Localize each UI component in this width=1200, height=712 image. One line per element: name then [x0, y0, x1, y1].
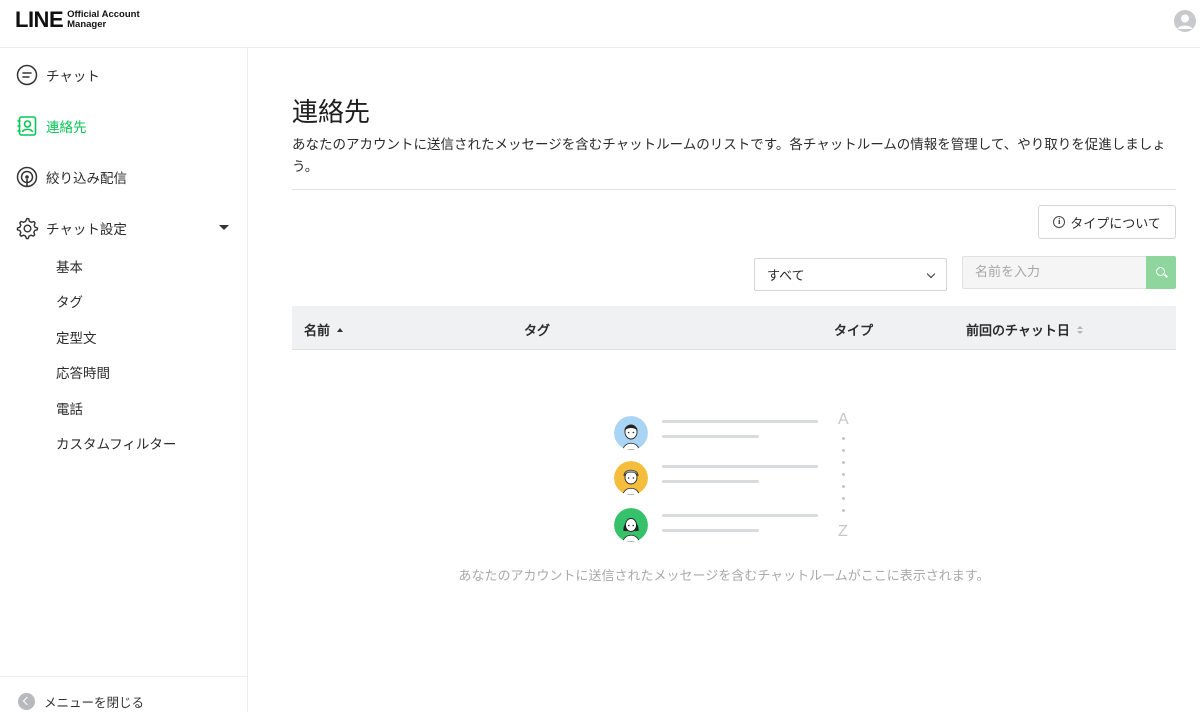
dot	[842, 509, 845, 512]
dot	[842, 437, 845, 440]
name-search-input[interactable]	[962, 256, 1146, 289]
sidebar: チャット 連絡先 絞り込み配信 チャット設定 基本 タグ 定型文 応答時間 電話…	[0, 48, 248, 712]
alphabet-start-letter: A	[838, 411, 849, 428]
dot	[842, 473, 845, 476]
dot	[842, 485, 845, 488]
placeholder-line	[662, 480, 759, 483]
sidebar-subitem-tags[interactable]: タグ	[56, 291, 83, 311]
account-avatar-button[interactable]	[1174, 10, 1196, 32]
logo-subtitle-line2: Manager	[67, 19, 107, 30]
sidebar-subitem-response-hours[interactable]: 応答時間	[56, 362, 110, 382]
sidebar-subitem-custom-filter[interactable]: カスタムフィルター	[56, 433, 176, 453]
divider	[292, 189, 1176, 190]
search-button[interactable]	[1146, 256, 1176, 289]
chevron-left-icon	[18, 693, 35, 710]
empty-state-illustration: A Z	[614, 411, 854, 546]
logo-wordmark: LINE	[15, 7, 64, 32]
column-header-type: タイプ	[834, 320, 873, 339]
alphabet-end-letter: Z	[838, 523, 848, 540]
sidebar-footer: メニューを閉じる	[0, 676, 247, 712]
dot	[842, 497, 845, 500]
sidebar-subitem-templates[interactable]: 定型文	[56, 327, 97, 347]
person-avatar-icon	[614, 461, 648, 495]
page-description: あなたのアカウントに送信されたメッセージを含むチャットルームのリストです。各チャ…	[292, 137, 1166, 175]
sidebar-item-broadcast[interactable]: 絞り込み配信	[0, 157, 247, 197]
column-header-label: タイプ	[834, 324, 874, 339]
search-icon-handle	[1164, 273, 1168, 278]
sidebar-subitem-phone[interactable]: 電話	[56, 398, 83, 418]
sidebar-item-chat[interactable]: チャット	[0, 55, 247, 95]
dot	[842, 449, 845, 452]
column-header-label: 前回のチャット日	[966, 324, 1070, 339]
placeholder-line	[662, 420, 818, 423]
about-types-label: タイプについて	[1070, 216, 1161, 232]
placeholder-line	[662, 435, 759, 438]
sidebar-item-contacts[interactable]: 連絡先	[0, 106, 247, 146]
sort-icon	[1076, 325, 1083, 334]
empty-state-message: あなたのアカウントに送信されたメッセージを含むチャットルームがここに表示されます…	[458, 569, 990, 584]
top-header: LINE Official Account Manager	[0, 0, 1200, 48]
sidebar-item-label: 絞り込み配信	[46, 171, 127, 187]
column-header-label: 名前	[304, 324, 331, 339]
close-menu-button[interactable]: メニューを閉じる	[18, 692, 144, 711]
dot	[842, 461, 845, 464]
column-header-last-chat-date[interactable]: 前回のチャット日	[966, 320, 1083, 339]
sort-ascending-icon	[337, 327, 344, 332]
broadcast-icon	[16, 166, 38, 188]
person-avatar-icon	[614, 416, 648, 450]
person-avatar-icon	[614, 508, 648, 542]
main-content: 連絡先 あなたのアカウントに送信されたメッセージを含むチャットルームのリストです…	[248, 48, 1200, 712]
sidebar-item-label: チャット設定	[46, 222, 127, 238]
placeholder-line	[662, 514, 818, 517]
close-menu-label: メニューを閉じる	[44, 695, 145, 710]
contacts-icon	[17, 116, 37, 136]
type-filter-value: すべて	[767, 269, 805, 284]
page-title: 連絡先	[292, 98, 371, 128]
placeholder-line	[662, 465, 818, 468]
column-header-tags: タグ	[524, 320, 550, 339]
about-types-button[interactable]: i タイプについて	[1038, 205, 1176, 239]
gear-icon	[16, 217, 39, 240]
type-filter-select[interactable]: すべて	[754, 258, 947, 291]
sidebar-item-chat-settings[interactable]: チャット設定	[0, 208, 247, 248]
column-header-label: タグ	[524, 324, 551, 339]
placeholder-line	[662, 529, 759, 532]
sidebar-item-label: チャット	[46, 69, 100, 85]
column-header-name[interactable]: 名前	[304, 320, 344, 339]
contacts-table-header: 名前 タグ タイプ 前回のチャット日	[292, 306, 1176, 350]
logo-subtitle: Official Account Manager	[67, 10, 140, 30]
chevron-down-icon	[219, 225, 229, 230]
sidebar-item-label: 連絡先	[46, 120, 87, 136]
info-icon: i	[1053, 216, 1066, 228]
chevron-down-icon	[926, 269, 936, 279]
sidebar-subitem-basic[interactable]: 基本	[56, 256, 83, 276]
user-avatar-icon	[1177, 14, 1193, 29]
line-oa-logo[interactable]: LINE Official Account Manager	[15, 9, 140, 31]
chat-icon	[16, 64, 38, 86]
